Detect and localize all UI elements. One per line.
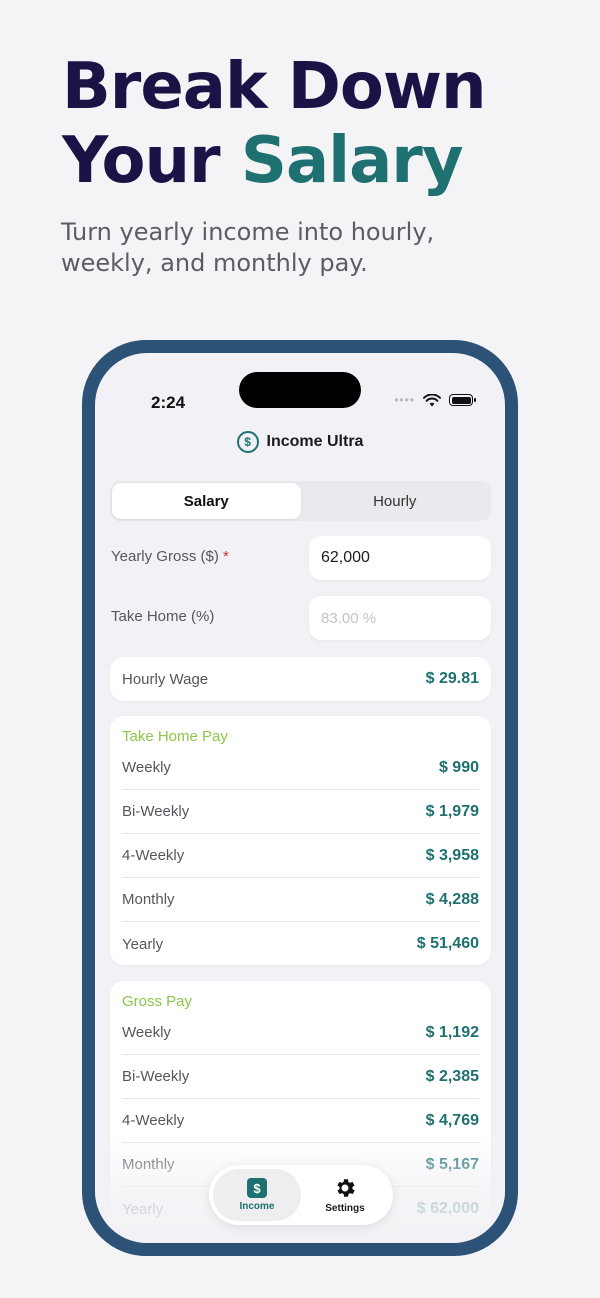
dynamic-island: [239, 372, 361, 408]
hero-headline: Break Down Your Salary: [62, 50, 487, 198]
list-item: 4-Weekly $ 3,958: [122, 834, 479, 878]
yearly-gross-row: Yearly Gross ($) * 62,000: [110, 536, 491, 580]
signal-icon: ••••: [394, 393, 415, 407]
hourly-wage-value: $ 29.81: [425, 670, 479, 687]
take-home-input[interactable]: 83.00 %: [309, 596, 491, 640]
take-home-pay-title: Take Home Pay: [122, 728, 228, 745]
tab-settings[interactable]: Settings: [301, 1169, 389, 1221]
wifi-icon: [423, 393, 441, 406]
tab-settings-label: Settings: [325, 1203, 365, 1214]
tab-income[interactable]: $ Income: [213, 1169, 301, 1221]
status-time: 2:24: [151, 393, 186, 412]
gross-pay-title: Gross Pay: [122, 993, 193, 1010]
hero-line-2-accent: Salary: [240, 124, 464, 198]
phone-frame: 2:24 •••• $ Income Ultra Salary Hourly Y…: [82, 340, 518, 1256]
required-mark: *: [222, 548, 229, 565]
phone-screen: 2:24 •••• $ Income Ultra Salary Hourly Y…: [95, 353, 505, 1243]
yearly-gross-input[interactable]: 62,000: [309, 536, 491, 580]
battery-icon: [449, 394, 476, 406]
take-home-label: Take Home (%): [111, 608, 215, 625]
hourly-wage-label: Hourly Wage: [122, 670, 209, 688]
dollar-icon: $: [247, 1178, 267, 1198]
take-home-row: Take Home (%) 83.00 %: [110, 596, 491, 640]
app-title: Income Ultra: [266, 433, 364, 450]
yearly-gross-label: Yearly Gross ($) *: [111, 548, 229, 565]
hero-line-2-plain: Your: [62, 124, 241, 198]
list-item: Bi-Weekly $ 2,385: [122, 1055, 479, 1099]
list-item: Yearly $ 51,460: [122, 935, 479, 953]
app-title-bar: $ Income Ultra: [95, 431, 505, 453]
status-icons: ••••: [394, 393, 476, 407]
hero-line-1: Break Down: [62, 50, 487, 124]
hero-subtitle: Turn yearly income into hourly, weekly, …: [61, 218, 435, 277]
list-item: Monthly $ 4,288: [122, 878, 479, 922]
hero-line-2: Your Salary: [62, 124, 486, 198]
dollar-circle-icon: $: [236, 431, 259, 453]
tab-salary[interactable]: Salary: [112, 483, 301, 519]
take-home-pay-card: Take Home Pay Weekly $ 990 Bi-Weekly $ 1,9…: [110, 716, 491, 965]
list-item: Bi-Weekly $ 1,979: [122, 790, 479, 834]
list-item: Weekly $ 1,192: [122, 1011, 479, 1055]
list-item: Weekly $ 990: [122, 746, 479, 790]
bottom-tab-bar: $ Income Settings: [209, 1165, 393, 1225]
list-item: 4-Weekly $ 4,769: [122, 1099, 479, 1143]
mode-segmented-control: Salary Hourly: [110, 481, 491, 521]
tab-hourly[interactable]: Hourly: [301, 483, 490, 519]
gear-icon: [337, 1179, 355, 1197]
hourly-wage-card: Hourly Wage $ 29.81: [110, 657, 491, 701]
tab-income-label: Income: [239, 1201, 275, 1212]
